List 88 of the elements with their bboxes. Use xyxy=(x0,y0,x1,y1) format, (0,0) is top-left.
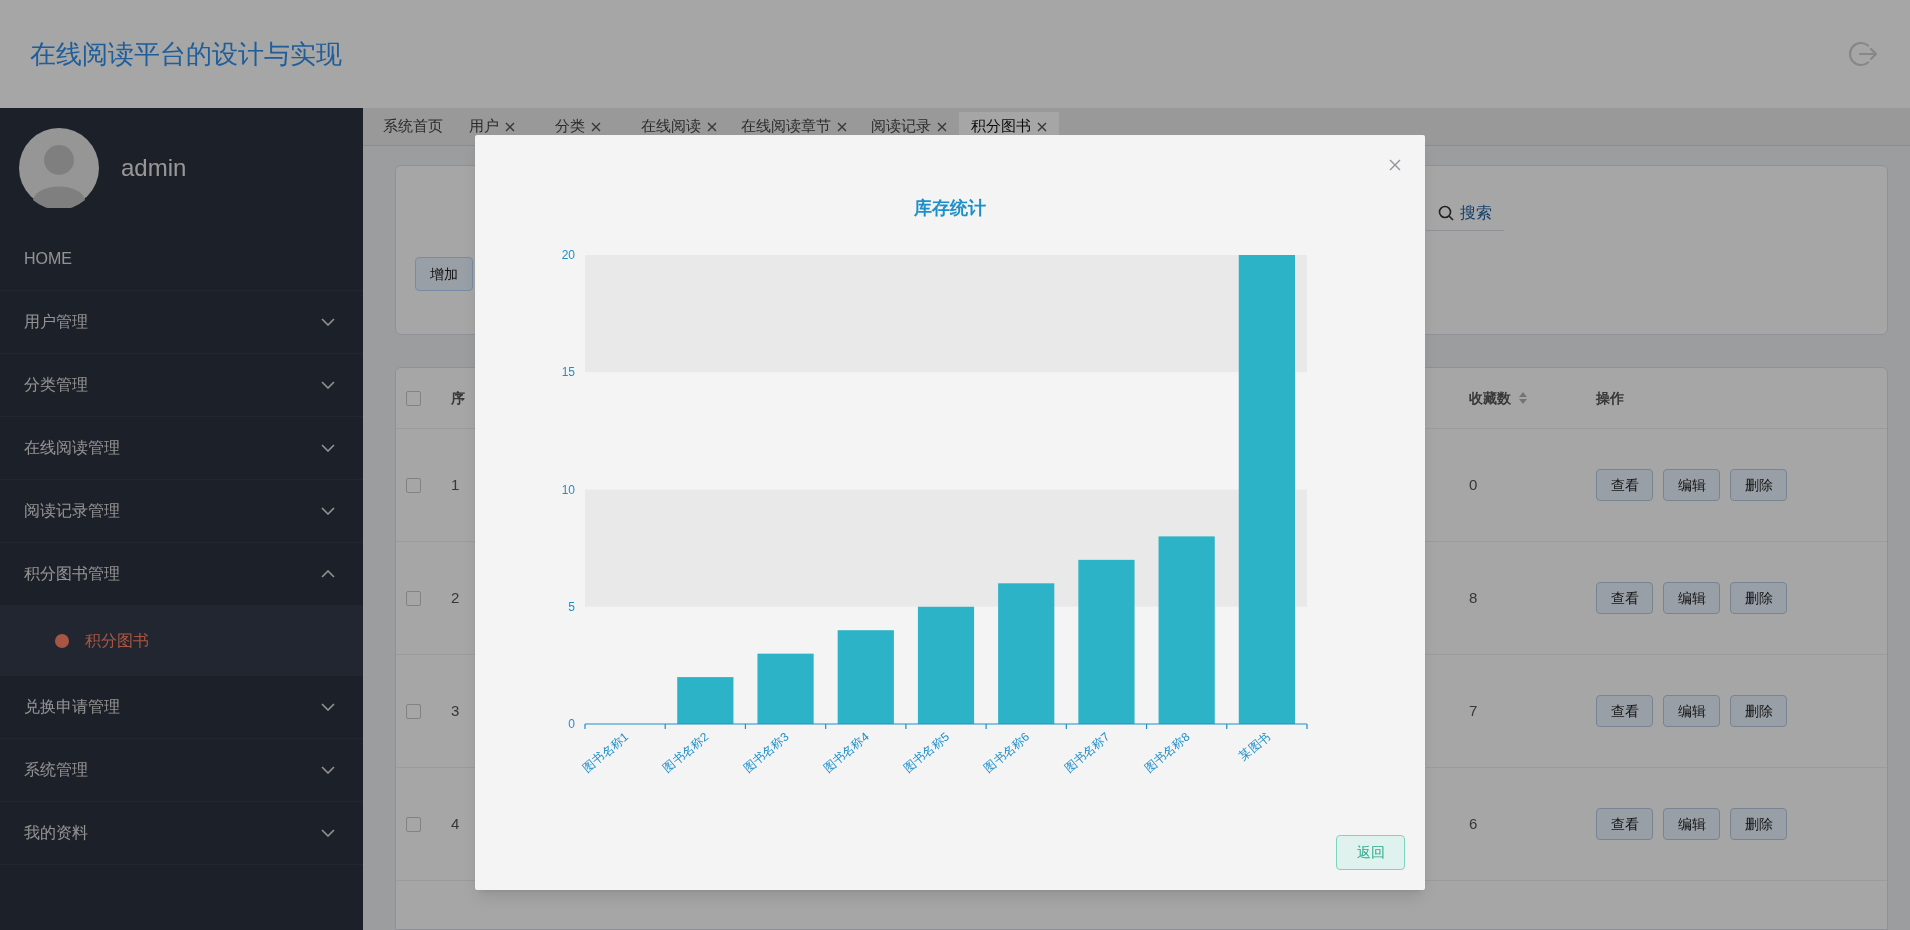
tick-label: 0 xyxy=(568,717,575,731)
action-button[interactable]: 查看 xyxy=(1596,582,1653,614)
checkbox[interactable] xyxy=(406,816,421,832)
menu-item[interactable]: 用户管理 xyxy=(0,291,363,354)
tick-label: 某图书 xyxy=(1236,729,1273,764)
sort-icon xyxy=(1519,392,1527,404)
action-button[interactable]: 编辑 xyxy=(1663,582,1720,614)
logout-icon xyxy=(1848,39,1878,69)
menu-label: 在线阅读管理 xyxy=(24,438,120,458)
table-cell-text: 2 xyxy=(451,587,460,608)
checkbox[interactable] xyxy=(406,390,421,406)
submenu-item[interactable]: 积分图书 xyxy=(0,606,363,676)
column-header[interactable]: 收藏数 xyxy=(1469,387,1527,409)
search-icon xyxy=(1438,204,1454,221)
table-cell-text: 1 xyxy=(451,474,460,495)
action-button[interactable]: 查看 xyxy=(1596,808,1653,840)
close-icon xyxy=(707,121,717,132)
close-icon xyxy=(837,121,847,132)
tick-label: 图书名称5 xyxy=(901,729,952,776)
action-button[interactable]: 删除 xyxy=(1730,469,1787,501)
menu-label: 积分图书管理 xyxy=(24,564,120,584)
user-name: admin xyxy=(121,153,187,183)
close-icon xyxy=(1037,121,1047,132)
action-button[interactable]: 查看 xyxy=(1596,469,1653,501)
table-cell-text: 7 xyxy=(1469,700,1478,721)
tick-label: 图书名称7 xyxy=(1061,729,1113,776)
menu-label: HOME xyxy=(24,249,72,269)
menu-item[interactable]: 兑换申请管理 xyxy=(0,676,363,739)
menu-item[interactable]: 我的资料 xyxy=(0,802,363,865)
tick-label: 图书名称6 xyxy=(981,729,1033,776)
menu-item[interactable]: 阅读记录管理 xyxy=(0,480,363,543)
menu-label: 用户管理 xyxy=(24,312,88,332)
tick-label: 图书名称4 xyxy=(820,729,872,776)
menu-label: 兑换申请管理 xyxy=(24,697,120,717)
close-icon xyxy=(505,121,515,132)
table-cell-text: 4 xyxy=(451,813,460,834)
tick-label: 图书名称3 xyxy=(740,729,792,776)
menu-item[interactable]: 系统管理 xyxy=(0,739,363,802)
menu-label: 分类管理 xyxy=(24,375,88,395)
app-title: 在线阅读平台的设计与实现 xyxy=(30,37,342,71)
menu-label: 系统管理 xyxy=(24,760,88,780)
tick-label: 15 xyxy=(561,365,575,380)
tick-label: 图书名称8 xyxy=(1141,729,1193,776)
tab-label: 系统首页 xyxy=(383,116,443,137)
close-icon xyxy=(591,121,601,132)
action-button[interactable]: 删除 xyxy=(1730,695,1787,727)
tick-label: 图书名称2 xyxy=(660,729,712,776)
close-icon xyxy=(1389,159,1401,171)
tab-label: 在线阅读章节 xyxy=(741,116,831,137)
tick-label: 10 xyxy=(561,482,575,497)
menu-label: 我的资料 xyxy=(24,823,88,843)
column-header: 序 xyxy=(451,388,465,408)
tab-label: 积分图书 xyxy=(971,116,1031,137)
action-button[interactable]: 编辑 xyxy=(1663,469,1720,501)
checkbox[interactable] xyxy=(406,590,421,606)
menu-item[interactable]: 在线阅读管理 xyxy=(0,417,363,480)
tab-label: 阅读记录 xyxy=(871,116,931,137)
table-cell-text: 8 xyxy=(1469,587,1478,608)
action-button[interactable]: 编辑 xyxy=(1663,808,1720,840)
tab-label: 在线阅读 xyxy=(641,116,701,137)
chart-title: 库存统计 xyxy=(914,197,986,220)
menu-label: 积分图书 xyxy=(85,631,149,651)
tick-label: 5 xyxy=(568,599,575,614)
tab-label: 分类 xyxy=(555,116,585,137)
avatar-icon xyxy=(19,128,99,208)
tick-label: 20 xyxy=(561,248,575,262)
close-icon xyxy=(937,121,947,132)
action-button[interactable]: 编辑 xyxy=(1663,695,1720,727)
dot-icon xyxy=(55,634,69,648)
column-header: 操作 xyxy=(1596,388,1624,408)
menu-item[interactable]: HOME xyxy=(0,228,363,291)
action-button[interactable]: 删除 xyxy=(1730,582,1787,614)
search-button[interactable]: 搜索 xyxy=(1426,195,1504,231)
bar xyxy=(757,653,814,724)
tick-label: 图书名称1 xyxy=(580,729,632,776)
table-cell-text: 0 xyxy=(1469,474,1478,495)
checkbox[interactable] xyxy=(406,703,421,719)
toolbar-button[interactable]: 增加 xyxy=(415,257,473,291)
menu-item[interactable]: 分类管理 xyxy=(0,354,363,417)
checkbox[interactable] xyxy=(406,477,421,493)
bar xyxy=(677,677,734,724)
table-cell-text: 6 xyxy=(1469,813,1478,834)
menu-label: 阅读记录管理 xyxy=(24,501,120,521)
action-button[interactable]: 删除 xyxy=(1730,808,1787,840)
action-button[interactable]: 查看 xyxy=(1596,695,1653,727)
tab-label: 用户 xyxy=(469,116,499,137)
table-cell-text: 3 xyxy=(451,700,460,721)
close-button[interactable] xyxy=(1387,157,1403,173)
